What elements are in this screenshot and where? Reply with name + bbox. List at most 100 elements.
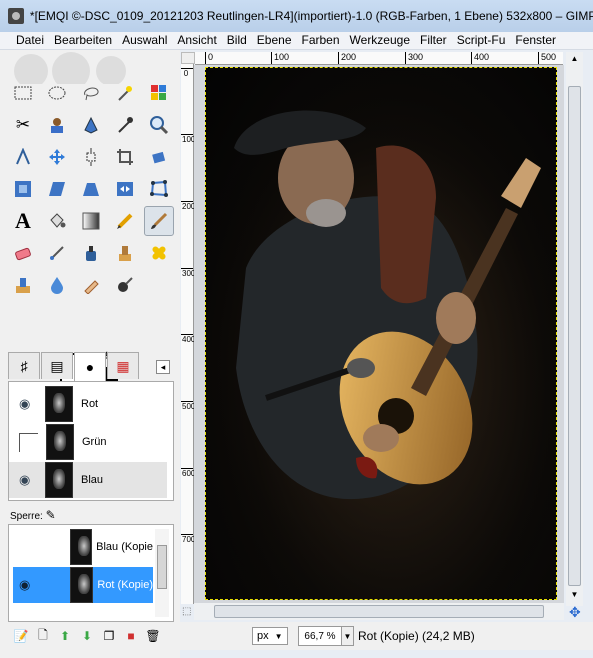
menu-datei[interactable]: Datei: [0, 32, 49, 49]
paths-icon[interactable]: [78, 112, 104, 138]
clone-icon[interactable]: [112, 240, 138, 266]
channel-thumbnail: [46, 424, 74, 460]
channel-row-blue[interactable]: ◉ Blau: [9, 462, 167, 498]
ruler-label: 700: [182, 535, 196, 544]
blur-sharpen-icon[interactable]: [44, 272, 70, 298]
layer-row-rot-kopie[interactable]: ◉ Rot (Kopie): [13, 567, 153, 603]
unit-selector[interactable]: px ▼: [252, 627, 288, 645]
shear-icon[interactable]: [44, 176, 70, 202]
ruler-label: 400: [182, 335, 196, 344]
menu-fenster[interactable]: Fenster: [510, 32, 561, 49]
layers-scrollbar[interactable]: [155, 529, 169, 617]
vertical-scrollbar[interactable]: ▲ ▼: [566, 52, 583, 606]
lock-pixels-icon[interactable]: ✎: [46, 508, 56, 522]
text-tool-icon[interactable]: A: [10, 208, 36, 234]
navigate-icon[interactable]: ✥: [569, 604, 581, 621]
zoom-icon[interactable]: [146, 112, 172, 138]
scissors-icon[interactable]: ✂: [10, 112, 36, 138]
eraser-icon[interactable]: [10, 240, 36, 266]
raise-layer-icon[interactable]: ⬆: [54, 628, 76, 644]
horizontal-ruler[interactable]: 0 100 200 300 400 500: [195, 52, 563, 65]
anchor-layer-icon[interactable]: ■: [120, 628, 142, 644]
airbrush-icon[interactable]: [44, 240, 70, 266]
select-by-color-icon[interactable]: [146, 80, 172, 106]
smudge-icon[interactable]: [78, 272, 104, 298]
align-icon[interactable]: [78, 144, 104, 170]
move-icon[interactable]: [44, 144, 70, 170]
perspective-icon[interactable]: [78, 176, 104, 202]
scale-icon[interactable]: [10, 176, 36, 202]
measure-icon[interactable]: [10, 144, 36, 170]
menu-werkzeuge[interactable]: Werkzeuge: [345, 32, 415, 49]
menu-script-fu[interactable]: Script-Fu: [452, 32, 511, 49]
image-canvas[interactable]: [205, 67, 557, 600]
heal-icon[interactable]: [146, 240, 172, 266]
menu-ansicht[interactable]: Ansicht: [172, 32, 221, 49]
ink-icon[interactable]: [78, 240, 104, 266]
blend-icon[interactable]: [78, 208, 104, 234]
eye-icon[interactable]: ◉: [19, 397, 37, 410]
dock-tabs: ♯ ▤ ● ▦: [8, 352, 173, 382]
ruler-label: 400: [474, 52, 490, 62]
ruler-label: 200: [182, 202, 196, 211]
vertical-ruler[interactable]: 0 100 200 300 400 500 600 700: [181, 64, 196, 604]
menu-auswahl[interactable]: Auswahl: [117, 32, 172, 49]
layers-scroll-thumb[interactable]: [157, 545, 167, 589]
flip-icon[interactable]: [112, 176, 138, 202]
colors-tab-icon[interactable]: ▦: [107, 352, 139, 379]
lock-row: Sperre: ✎: [10, 508, 56, 522]
menu-bearbeiten[interactable]: Bearbeiten: [49, 32, 117, 49]
channels-tab-icon[interactable]: ●: [74, 352, 106, 381]
channel-row-green[interactable]: Grün: [9, 424, 167, 460]
bucket-fill-icon[interactable]: [44, 208, 70, 234]
new-layer-icon[interactable]: 🗋: [32, 628, 54, 644]
color-picker-icon[interactable]: [112, 112, 138, 138]
rect-select-icon[interactable]: [10, 80, 36, 106]
perspective-clone-icon[interactable]: [10, 272, 36, 298]
scroll-up-icon[interactable]: ▲: [568, 54, 581, 68]
rotate-icon[interactable]: [146, 144, 172, 170]
dock-menu-arrow-icon[interactable]: ◂: [156, 360, 170, 374]
menu-ebene[interactable]: Ebene: [252, 32, 297, 49]
ruler-label: 100: [274, 52, 290, 62]
visibility-toggle-off[interactable]: [19, 432, 38, 452]
delete-layer-icon[interactable]: 🗑: [142, 628, 164, 644]
channel-name: Blau: [81, 474, 104, 486]
menu-farben[interactable]: Farben: [297, 32, 345, 49]
window-title: *[EMQI ©-DSC_0109_20121203 Reutlingen-LR…: [29, 9, 593, 23]
quick-mask-toggle-icon[interactable]: ⬚: [182, 606, 191, 617]
channel-name: Grün: [82, 436, 107, 448]
pencil-icon[interactable]: [112, 208, 138, 234]
crop-icon[interactable]: [112, 144, 138, 170]
channels-list: ◉ Rot Grün ◉ Blau: [8, 381, 174, 501]
eye-icon[interactable]: ◉: [19, 578, 34, 591]
menu-bild[interactable]: Bild: [222, 32, 252, 49]
layers-tab-icon[interactable]: ▤: [41, 352, 73, 379]
foreground-select-icon[interactable]: [44, 112, 70, 138]
unit-value: px: [257, 630, 269, 642]
status-bar: px ▼ 66,7 % ▼ Rot (Kopie) (24,2 MB): [180, 622, 593, 650]
cage-transform-icon[interactable]: [146, 176, 172, 202]
ellipse-select-icon[interactable]: [44, 80, 70, 106]
zoom-field[interactable]: 66,7 %: [298, 626, 342, 646]
menu-filter[interactable]: Filter: [415, 32, 452, 49]
lasso-icon[interactable]: [78, 80, 104, 106]
eye-icon[interactable]: ◉: [19, 473, 37, 486]
scroll-down-icon[interactable]: ▼: [568, 590, 581, 604]
tool-options-tab-icon[interactable]: ♯: [8, 352, 40, 379]
vertical-scroll-thumb[interactable]: [568, 86, 581, 586]
zoom-dropdown-icon[interactable]: ▼: [342, 626, 354, 646]
gimp-app-icon[interactable]: [8, 8, 24, 24]
edit-layer-icon[interactable]: 📝: [10, 628, 32, 644]
magic-wand-icon[interactable]: [112, 80, 138, 106]
layer-row-blau-kopie[interactable]: Blau (Kopie: [13, 529, 153, 565]
ruler-corner[interactable]: [181, 52, 195, 64]
layer-name: Blau (Kopie: [96, 541, 153, 553]
lower-layer-icon[interactable]: ⬇: [76, 628, 98, 644]
paintbrush-icon[interactable]: [144, 206, 174, 236]
channel-row-red[interactable]: ◉ Rot: [9, 386, 167, 422]
duplicate-layer-icon[interactable]: ❐: [98, 628, 120, 644]
horizontal-scrollbar[interactable]: [194, 603, 564, 620]
dodge-burn-icon[interactable]: [112, 272, 138, 298]
horizontal-scroll-thumb[interactable]: [214, 605, 544, 618]
